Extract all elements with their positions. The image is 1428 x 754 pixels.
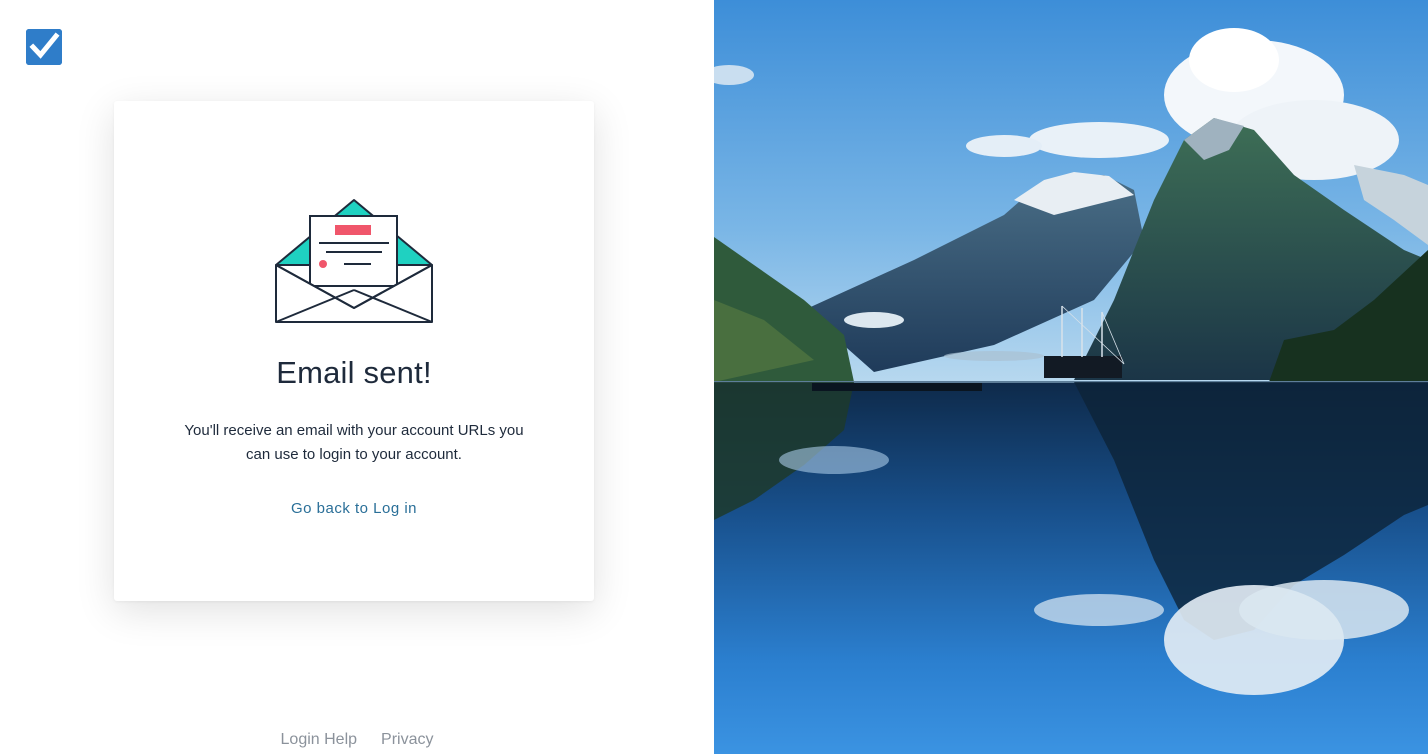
login-panel: Email sent! You'll receive an email with… bbox=[0, 0, 714, 754]
privacy-link[interactable]: Privacy bbox=[381, 731, 433, 749]
confirmation-message: You'll receive an email with your accoun… bbox=[184, 422, 524, 463]
back-to-login-link[interactable]: Go back to Log in bbox=[114, 500, 594, 517]
footer: Login Help Privacy bbox=[0, 731, 714, 749]
page-title: Email sent! bbox=[276, 355, 432, 390]
fjord-landscape-image bbox=[714, 0, 1428, 754]
scenic-background-image bbox=[714, 0, 1428, 754]
checkbox-logo-icon[interactable] bbox=[26, 29, 62, 65]
open-envelope-icon bbox=[274, 198, 434, 324]
login-help-link[interactable]: Login Help bbox=[281, 731, 358, 749]
email-sent-card: Email sent! You'll receive an email with… bbox=[114, 101, 594, 601]
